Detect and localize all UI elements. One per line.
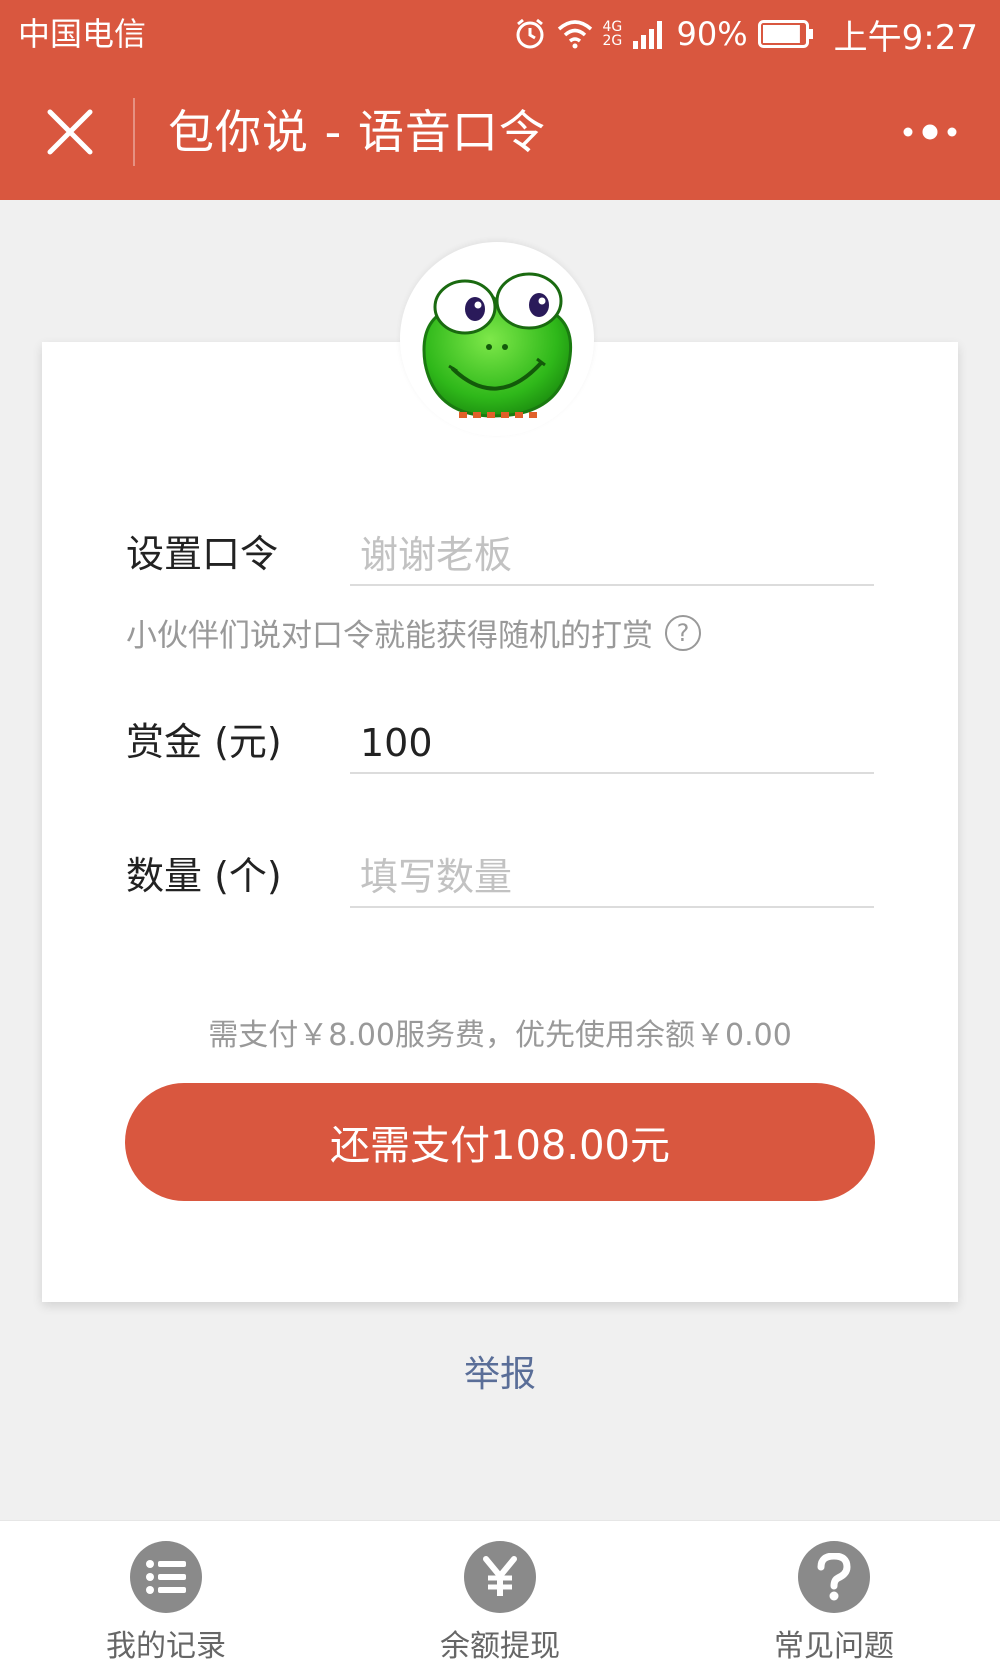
count-label: 数量 (个) — [126, 854, 282, 898]
more-dots-icon — [903, 124, 957, 140]
battery-percent: 90% — [676, 15, 748, 53]
status-bar: 中国电信 4G 2G 90% 上午9:27 — [0, 0, 1000, 68]
bottom-nav: 我的记录 余额提现 常见问题 — [0, 1520, 1000, 1665]
wifi-icon — [557, 19, 593, 49]
nav-label: 我的记录 — [106, 1629, 226, 1664]
page-title: 包你说 - 语音口令 — [168, 105, 546, 159]
amount-input[interactable] — [350, 714, 874, 774]
title-bar: 包你说 - 语音口令 — [0, 68, 1000, 200]
alarm-icon — [513, 17, 547, 51]
help-icon[interactable]: ? — [665, 614, 701, 651]
carrier-name: 中国电信 — [18, 15, 147, 53]
password-hint: 小伙伴们说对口令就能获得随机的打赏 ? — [126, 610, 701, 655]
hint-text: 小伙伴们说对口令就能获得随机的打赏 — [126, 618, 653, 654]
pay-button[interactable]: 还需支付108.00元 — [125, 1083, 875, 1201]
count-input[interactable] — [350, 848, 874, 908]
battery-icon — [757, 20, 814, 48]
report-link[interactable]: 举报 — [0, 1345, 1000, 1397]
nav-item-withdraw[interactable]: 余额提现 — [400, 1521, 600, 1665]
password-input[interactable] — [350, 526, 874, 586]
status-icons: 4G 2G 90% 上午9:27 — [513, 10, 978, 58]
nav-label: 余额提现 — [440, 1629, 560, 1664]
nav-label: 常见问题 — [774, 1629, 894, 1664]
yen-icon — [464, 1541, 536, 1613]
network-type: 4G 2G — [602, 19, 623, 49]
close-icon — [47, 109, 93, 155]
close-button[interactable] — [30, 92, 110, 172]
question-icon — [798, 1541, 870, 1613]
list-icon — [130, 1541, 202, 1613]
more-button[interactable] — [890, 102, 970, 162]
avatar — [400, 242, 594, 436]
amount-label: 赏金 (元) — [126, 720, 282, 764]
nav-item-my-records[interactable]: 我的记录 — [66, 1521, 266, 1665]
nav-item-faq[interactable]: 常见问题 — [734, 1521, 934, 1665]
signal-icon — [632, 19, 667, 49]
fee-note: 需支付￥8.00服务费，优先使用余额￥0.00 — [208, 1018, 792, 1053]
title-divider — [133, 98, 135, 166]
clock: 上午9:27 — [833, 17, 978, 58]
frog-avatar-image — [422, 272, 573, 418]
password-label: 设置口令 — [126, 532, 279, 576]
